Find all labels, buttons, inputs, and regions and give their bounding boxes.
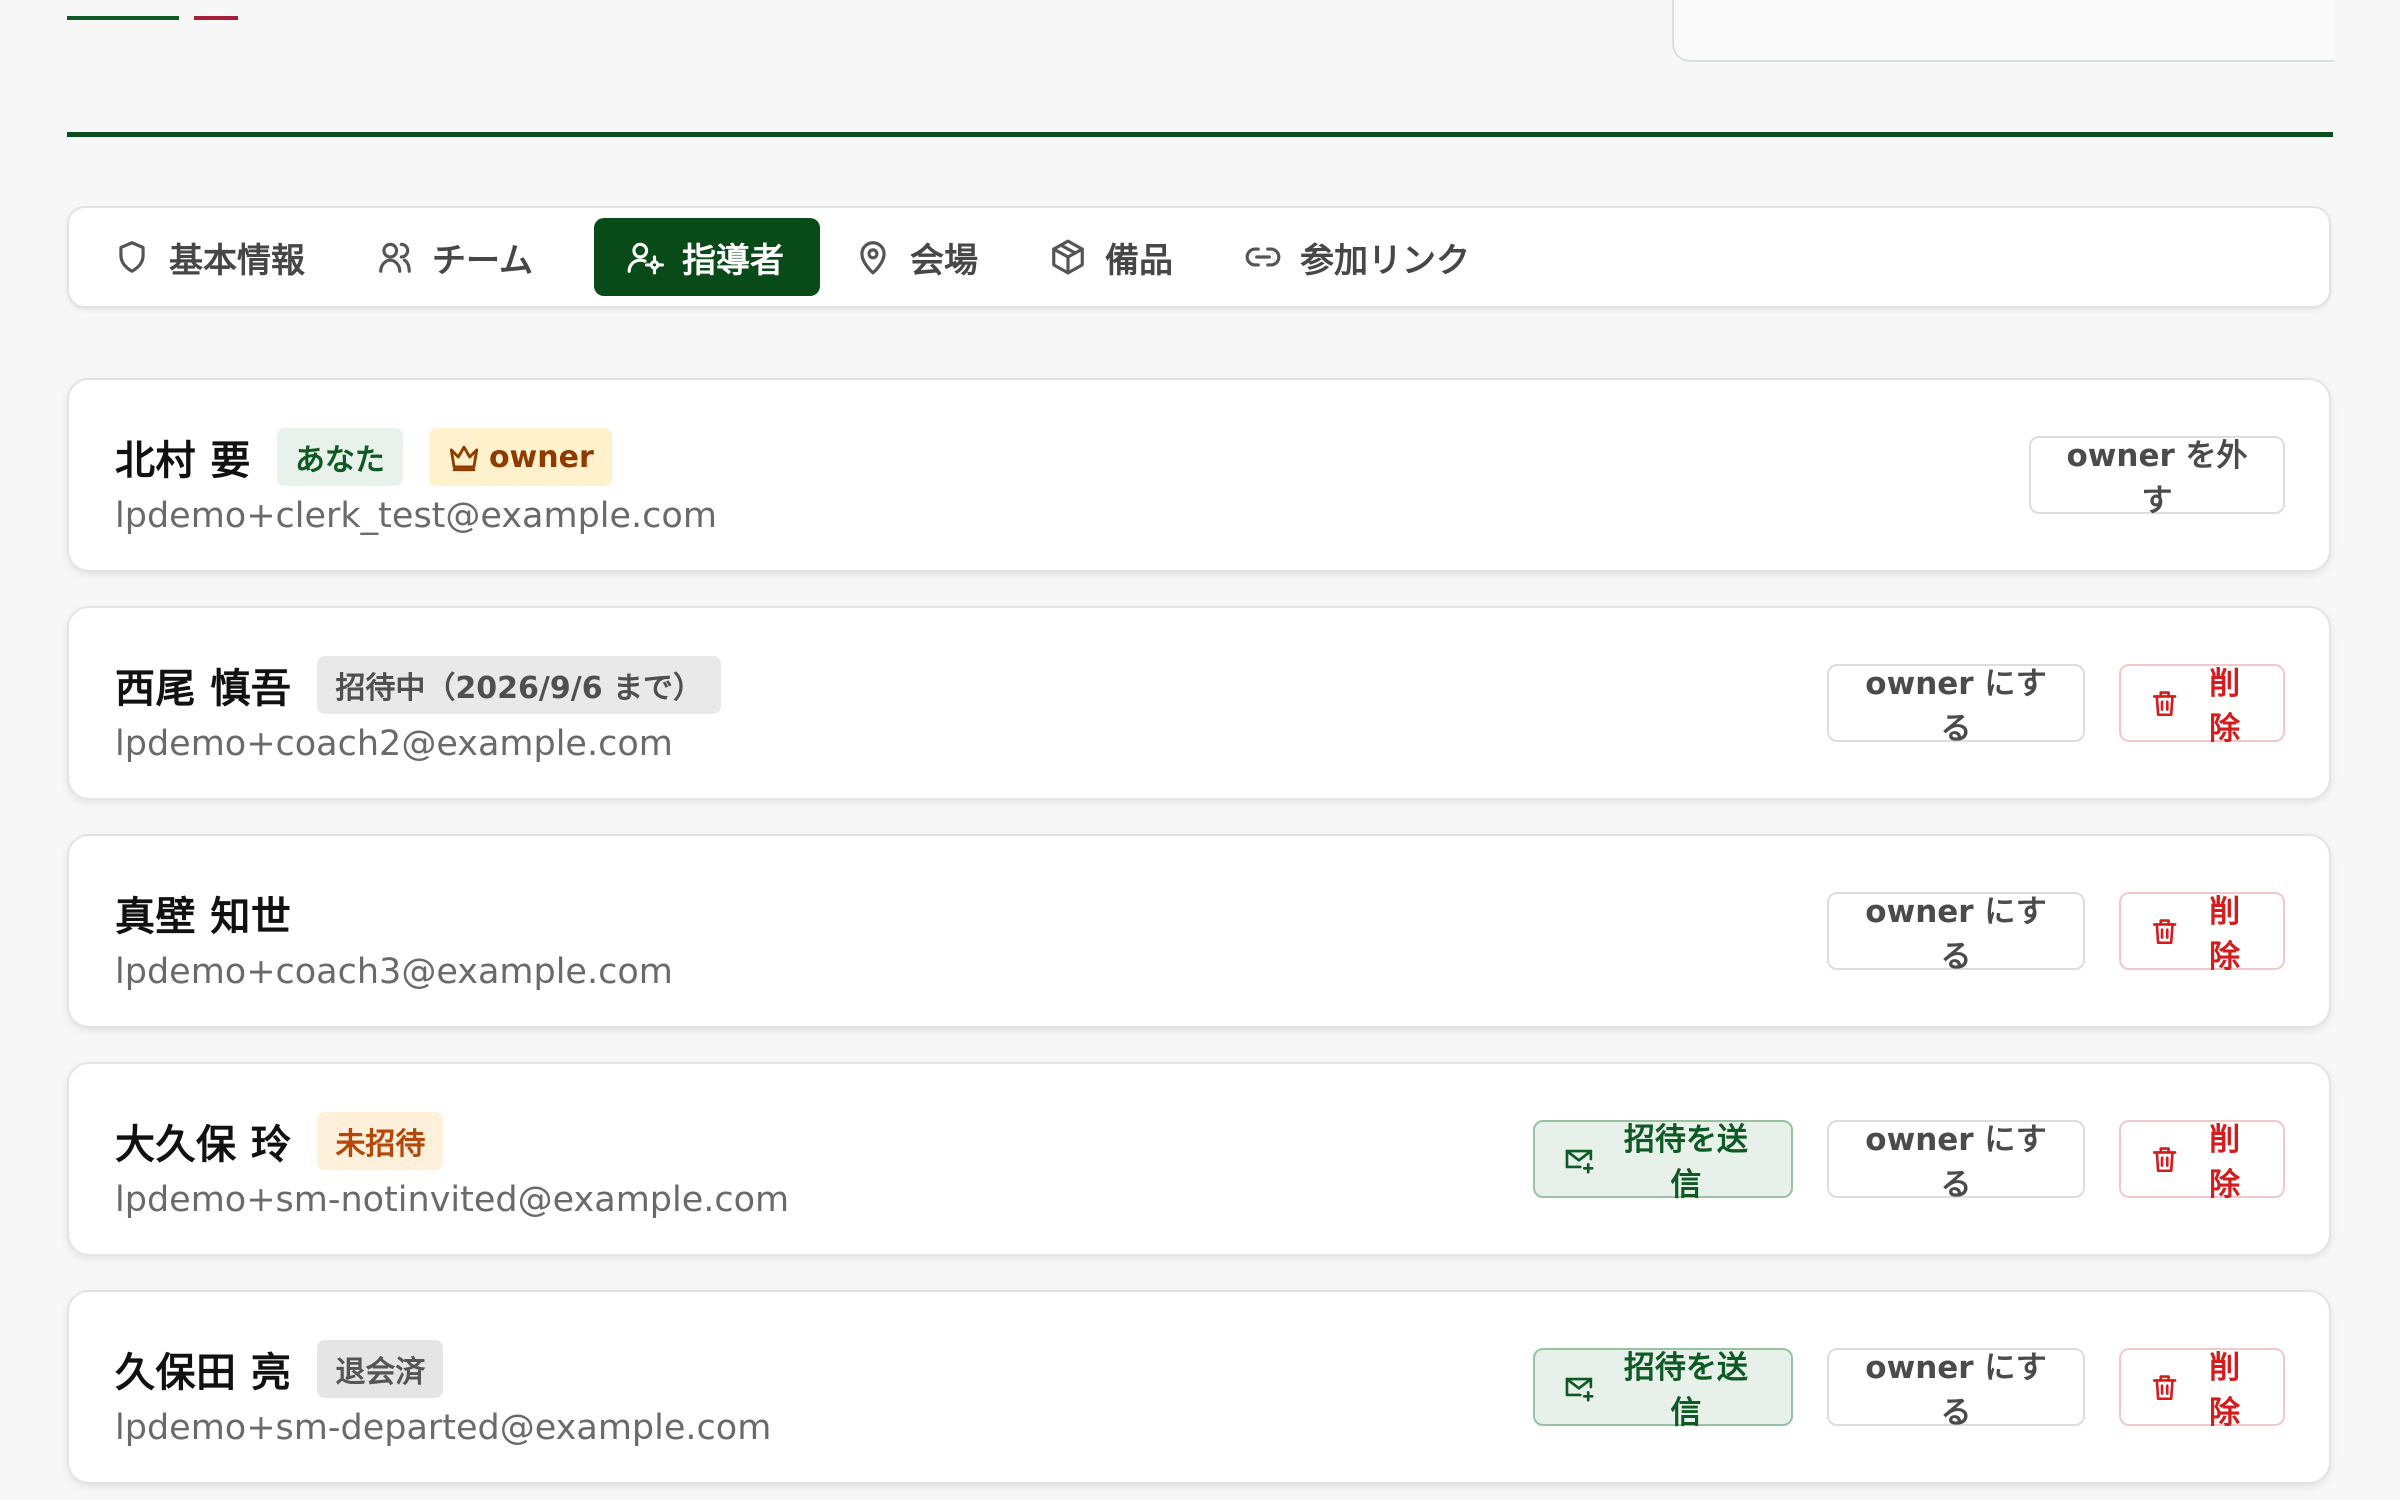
tab-team[interactable]: チーム	[376, 218, 570, 296]
top-accent-red	[194, 16, 238, 20]
trash-icon	[2152, 1147, 2177, 1173]
invitation-status-badge: 招待中（2026/9/6 まで）	[317, 656, 722, 714]
member-card: 真壁 知世 lpdemo+coach3@example.com owner にす…	[67, 834, 2331, 1028]
member-info: 北村 要 あなた owner lpdemo+clerk_test@example…	[115, 428, 717, 536]
member-email: lpdemo+coach2@example.com	[115, 724, 673, 764]
send-invite-button[interactable]: 招待を送信	[1533, 1348, 1793, 1431]
tab-label: 参加リンク	[1299, 240, 1470, 281]
member-actions: 招待を送信 owner にする 削除	[1533, 1120, 2285, 1203]
make-owner-button[interactable]: owner にする	[1827, 664, 2085, 747]
upper-card-edge	[1672, 0, 2334, 62]
member-info: 西尾 慎吾 招待中（2026/9/6 まで） lpdemo+coach2@exa…	[115, 656, 722, 764]
tab-label: 会場	[909, 240, 978, 281]
member-name: 久保田 亮	[115, 1350, 292, 1396]
departed-badge: 退会済	[317, 1340, 444, 1398]
delete-button[interactable]: 削除	[2119, 1348, 2285, 1431]
trash-icon	[2152, 919, 2177, 945]
make-owner-button[interactable]: owner にする	[1827, 1120, 2085, 1203]
section-divider	[67, 132, 2333, 137]
user-settings-icon	[627, 242, 664, 275]
delete-button[interactable]: 削除	[2119, 1120, 2285, 1203]
member-email: lpdemo+sm-notinvited@example.com	[115, 1180, 790, 1220]
tab-label: 基本情報	[169, 240, 305, 281]
member-name: 大久保 玲	[115, 1122, 292, 1168]
trash-icon	[2152, 1375, 2177, 1401]
send-invite-button[interactable]: 招待を送信	[1533, 1120, 1793, 1203]
delete-label: 削除	[2209, 666, 2241, 747]
member-name-row: 大久保 玲 未招待	[115, 1112, 789, 1170]
make-owner-button[interactable]: owner にする	[1827, 1348, 2085, 1431]
member-email: lpdemo+clerk_test@example.com	[115, 496, 717, 536]
member-info: 真壁 知世 lpdemo+coach3@example.com	[115, 884, 673, 992]
tab-join-link[interactable]: 参加リンク	[1244, 218, 1507, 296]
member-actions: owner にする 削除	[1827, 664, 2285, 747]
owner-badge-label: owner	[488, 439, 594, 475]
crown-icon	[449, 445, 479, 472]
remove-owner-button[interactable]: owner を外す	[2029, 436, 2285, 519]
member-name-row: 真壁 知世	[115, 884, 673, 942]
member-actions: 招待を送信 owner にする 削除	[1533, 1348, 2285, 1431]
tab-basic-info[interactable]: 基本情報	[113, 218, 342, 296]
delete-label: 削除	[2209, 894, 2241, 975]
member-card: 北村 要 あなた owner lpdemo+clerk_test@example…	[67, 378, 2331, 572]
delete-button[interactable]: 削除	[2119, 892, 2285, 975]
delete-button[interactable]: 削除	[2119, 664, 2285, 747]
tab-label: チーム	[432, 240, 533, 281]
send-invite-label: 招待を送信	[1623, 1122, 1748, 1203]
users-icon	[379, 242, 411, 273]
map-pin-icon	[860, 241, 886, 275]
member-info: 久保田 亮 退会済 lpdemo+sm-departed@example.com	[115, 1340, 771, 1448]
tab-bar: 基本情報 チーム 指導者 会場 備品 参加リンク	[67, 206, 2331, 308]
tab-equipment[interactable]: 備品	[1049, 218, 1210, 296]
shield-icon	[119, 241, 145, 273]
delete-label: 削除	[2209, 1122, 2241, 1203]
member-email: lpdemo+sm-departed@example.com	[115, 1408, 772, 1448]
tab-label: 指導者	[681, 240, 784, 281]
member-name-row: 北村 要 あなた owner	[115, 428, 717, 486]
send-invite-label: 招待を送信	[1623, 1350, 1748, 1431]
you-badge: あなた	[276, 428, 403, 486]
link-icon	[1245, 247, 1281, 267]
member-email: lpdemo+coach3@example.com	[115, 952, 673, 992]
tab-venues[interactable]: 会場	[854, 218, 1015, 296]
member-card: 西尾 慎吾 招待中（2026/9/6 まで） lpdemo+coach2@exa…	[67, 606, 2331, 800]
member-name: 真壁 知世	[115, 894, 292, 940]
member-actions: owner を外す	[2029, 436, 2285, 519]
member-name: 北村 要	[115, 438, 251, 484]
package-icon	[1052, 239, 1084, 275]
delete-label: 削除	[2209, 1350, 2241, 1431]
trash-icon	[2152, 691, 2177, 717]
tab-label: 備品	[1104, 240, 1173, 281]
top-accent-green	[67, 16, 179, 20]
member-actions: owner にする 削除	[1827, 892, 2285, 975]
member-info: 大久保 玲 未招待 lpdemo+sm-notinvited@example.c…	[115, 1112, 789, 1220]
not-invited-badge: 未招待	[317, 1112, 444, 1170]
member-name: 西尾 慎吾	[115, 666, 292, 712]
mail-plus-icon	[1565, 1149, 1594, 1174]
member-card: 久保田 亮 退会済 lpdemo+sm-departed@example.com…	[67, 1290, 2331, 1484]
mail-plus-icon	[1565, 1377, 1594, 1402]
make-owner-button[interactable]: owner にする	[1827, 892, 2085, 975]
member-name-row: 西尾 慎吾 招待中（2026/9/6 まで）	[115, 656, 722, 714]
member-name-row: 久保田 亮 退会済	[115, 1340, 771, 1398]
member-card: 大久保 玲 未招待 lpdemo+sm-notinvited@example.c…	[67, 1062, 2331, 1256]
tab-coaches[interactable]: 指導者	[593, 218, 820, 296]
owner-badge: owner	[428, 428, 612, 486]
